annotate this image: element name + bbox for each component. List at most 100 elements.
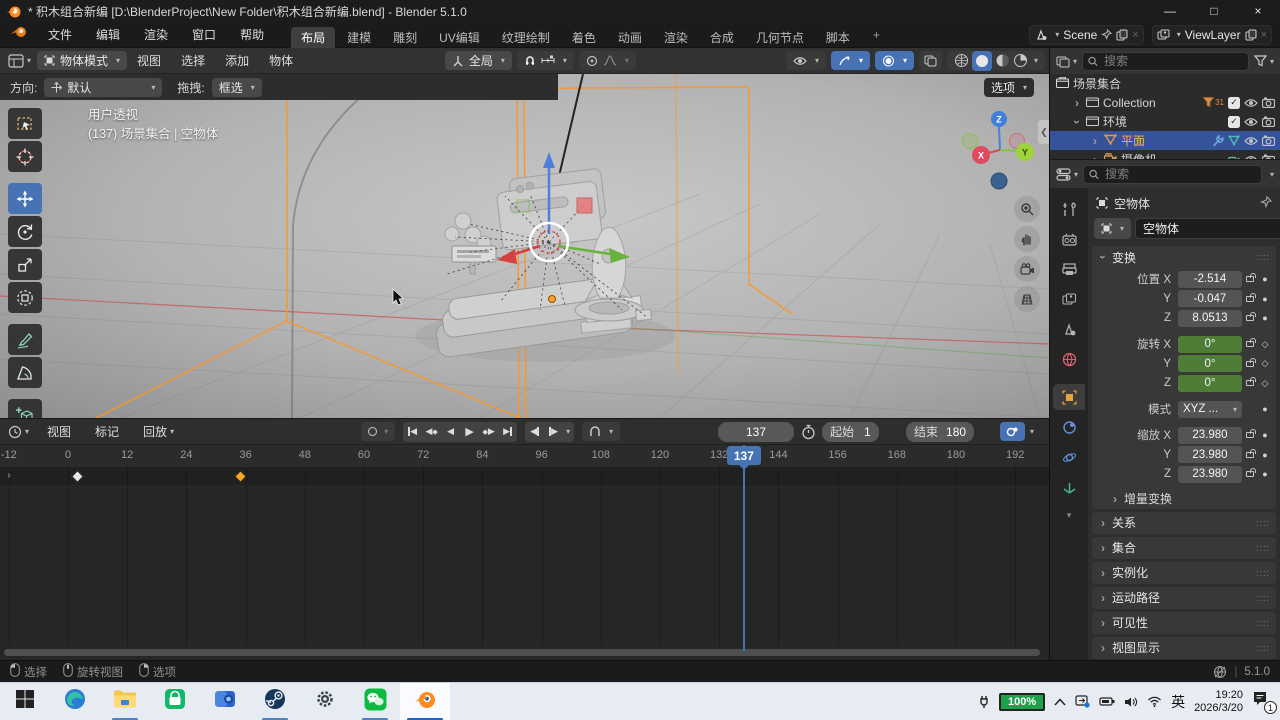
animate-decorator[interactable]: ● [1258, 404, 1272, 414]
tool-cursor[interactable] [8, 141, 42, 172]
workspace-tab[interactable]: UV编辑 [429, 27, 490, 48]
frame-forward-button[interactable]: ▶ [544, 422, 563, 442]
outliner-search[interactable] [1082, 51, 1249, 71]
jump-to-end-button[interactable]: ▶ [498, 422, 517, 442]
collection-checkbox[interactable]: ✓ [1228, 96, 1240, 109]
jump-to-start-button[interactable]: ◀ [403, 422, 422, 442]
taskbar-app-explorer[interactable] [100, 683, 150, 720]
taskbar-app-start[interactable] [0, 683, 50, 720]
timeline-editor-button[interactable]: ▾ [0, 425, 35, 439]
snap-controls[interactable]: ▾ [516, 51, 574, 70]
transform-field[interactable]: 23.980 [1178, 465, 1242, 483]
properties-tab-view-layer[interactable] [1053, 286, 1085, 312]
image-empty-marker[interactable] [576, 197, 593, 214]
transform-orientation-dropdown[interactable]: 全局 ▾ [444, 51, 512, 70]
animate-decorator[interactable]: ● [1258, 294, 1272, 304]
current-frame-field[interactable]: 137 [718, 421, 794, 442]
outliner-row[interactable]: 场景集合 [1050, 74, 1280, 93]
outliner-row[interactable]: › 平面 [1050, 131, 1280, 150]
animate-decorator[interactable]: ● [1258, 469, 1272, 479]
timeline-menu[interactable]: 标记 [83, 421, 131, 443]
keyframe-decorator[interactable]: ◇ [1258, 339, 1272, 350]
properties-tab-world[interactable] [1053, 346, 1085, 372]
panel-grip[interactable]: :::: [1256, 618, 1270, 628]
taskbar-app-settings[interactable] [300, 683, 350, 720]
sidebar-collapse-tab[interactable]: ❮ [1038, 120, 1049, 144]
transform-field[interactable]: -0.047 [1178, 290, 1242, 307]
properties-tab-physics[interactable] [1053, 444, 1085, 470]
next-keyframe-button[interactable]: ◆ ▶ [479, 422, 498, 442]
properties-search-input[interactable] [1103, 166, 1256, 182]
workspace-tab[interactable]: 渲染 [654, 27, 698, 48]
workspace-tab[interactable]: 脚本 [816, 27, 860, 48]
keying-popover-button[interactable] [1000, 422, 1025, 441]
tool-rotate[interactable] [8, 216, 42, 247]
pan-button[interactable] [1014, 226, 1040, 252]
workspace-tab[interactable]: 动画 [608, 27, 652, 48]
panel-grip[interactable]: :::: [1256, 568, 1270, 578]
workspace-tab[interactable]: 纹理绘制 [492, 27, 560, 48]
ime-indicator[interactable]: 英 [1171, 692, 1185, 712]
lock-icon[interactable] [1242, 468, 1258, 477]
play-button[interactable]: ▶ [460, 422, 479, 442]
timeline-menu[interactable]: 回放 ▾ [131, 421, 186, 443]
current-frame-badge[interactable]: 137 [726, 446, 761, 465]
taskbar-app-wechat[interactable] [350, 683, 400, 720]
object-id-dropdown[interactable]: ▾ [1094, 217, 1132, 239]
xray-toggle[interactable] [918, 51, 942, 70]
sync-icon[interactable] [1075, 695, 1090, 708]
taskbar-app-blender[interactable] [400, 682, 450, 720]
outliner-row[interactable]: › 摄像机 [1050, 150, 1280, 160]
lock-icon[interactable] [1242, 292, 1258, 302]
new-viewlayer-icon[interactable] [1245, 29, 1257, 41]
properties-tab-data[interactable] [1053, 474, 1085, 500]
shading-material-icon[interactable] [995, 53, 1010, 68]
preview-range-button[interactable]: ▾ [582, 422, 621, 441]
auto-key-button[interactable]: ▾ [361, 422, 396, 441]
scene-selector[interactable]: ▾ Scene × [1029, 24, 1144, 45]
transform-field[interactable]: 0° [1178, 335, 1242, 353]
animate-decorator[interactable]: ● [1258, 450, 1272, 460]
shading-rendered-icon[interactable] [1013, 53, 1028, 68]
properties-editor-button[interactable]: ▾ [1056, 167, 1078, 181]
workspace-tab[interactable]: 着色 [562, 27, 606, 48]
tool-move[interactable] [8, 183, 42, 214]
tool-box-select[interactable] [8, 108, 42, 139]
properties-tab-tool[interactable] [1053, 196, 1085, 222]
transform-field[interactable]: 0° [1178, 355, 1242, 372]
outliner-row[interactable]: › Collection 31 ✓ [1050, 93, 1280, 112]
timeline-scrollbar[interactable] [4, 649, 1040, 656]
breadcrumb-object[interactable]: 空物体 [1114, 195, 1150, 212]
lock-icon[interactable] [1242, 338, 1258, 347]
transform-field[interactable]: 8.0513 [1178, 309, 1242, 327]
rail-overflow-chevron[interactable]: ▾ [1067, 510, 1072, 521]
tool-transform[interactable] [8, 282, 42, 313]
outliner-editor-button[interactable]: ▾ [1056, 55, 1077, 68]
play-reverse-button[interactable]: ◀ [441, 422, 460, 442]
expand-toggle[interactable]: › [1072, 96, 1082, 110]
frame-end-field[interactable]: 结束 180 [906, 421, 975, 442]
expand-toggle[interactable]: › [1070, 117, 1084, 127]
menubar-menu[interactable]: 文件 [36, 24, 84, 46]
panel-grip[interactable]: :::: [1256, 643, 1270, 653]
transform-field[interactable]: 0° [1178, 374, 1242, 392]
direction-dropdown[interactable]: 默认 ▾ [44, 77, 163, 97]
workspace-tab[interactable]: 布局 [291, 26, 336, 48]
viewport-menu[interactable]: 添加 [215, 50, 259, 72]
overlays-toggle[interactable]: ▾ [874, 51, 914, 70]
pin-icon[interactable] [1101, 29, 1113, 40]
tool-measure[interactable] [8, 357, 42, 388]
workspace-tab[interactable]: 雕刻 [383, 27, 427, 48]
shading-wireframe-icon[interactable] [954, 53, 969, 68]
lock-icon[interactable] [1242, 377, 1258, 386]
editor-type-button[interactable]: ▾ [0, 53, 37, 68]
viewport-menu[interactable]: 视图 [127, 50, 171, 72]
collapsed-panel[interactable]: › 视图显示 :::: [1092, 636, 1276, 659]
viewport-menu[interactable]: 物体 [259, 50, 303, 72]
shading-solid-active[interactable] [971, 50, 992, 71]
expand-toggle[interactable]: › [1090, 153, 1100, 160]
lock-icon[interactable] [1242, 429, 1258, 438]
taskbar-app-store[interactable] [150, 683, 200, 720]
lock-icon[interactable] [1242, 448, 1258, 458]
transform-field[interactable]: 23.980 [1178, 446, 1242, 463]
